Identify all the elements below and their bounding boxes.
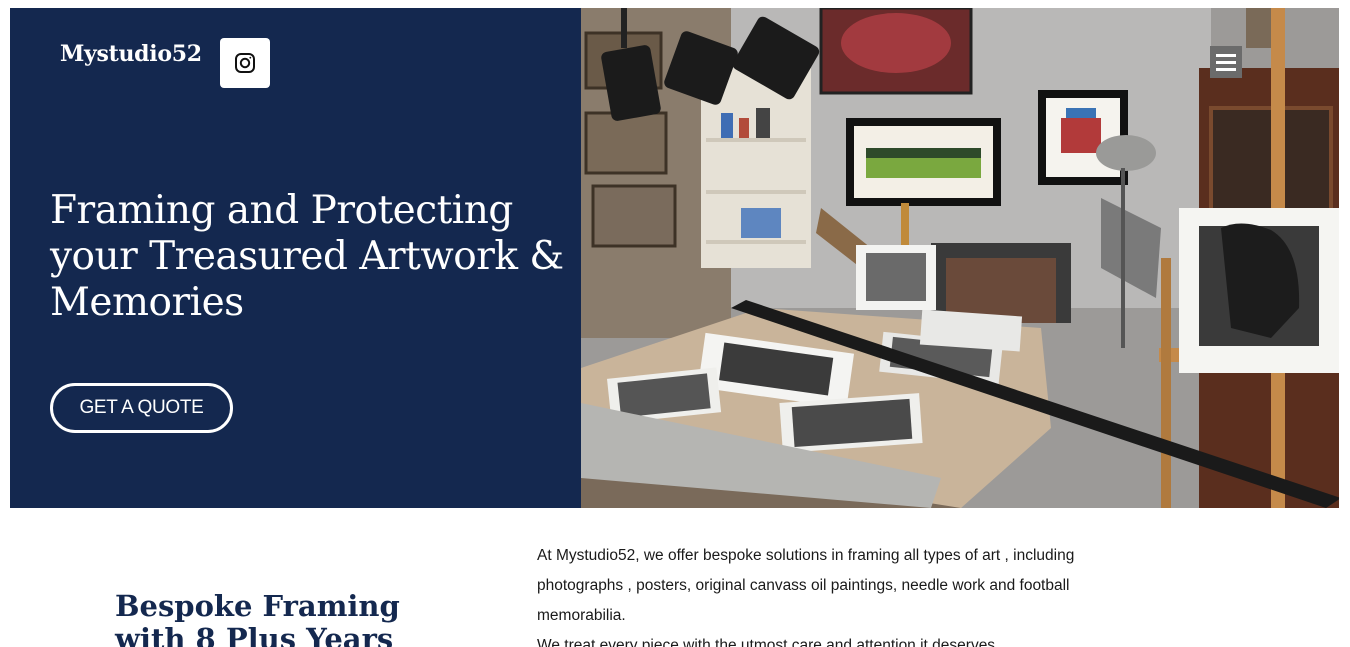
about-description: At Mystudio52, we offer bespoke solution… <box>537 541 1117 647</box>
studio-photo-image <box>581 8 1339 508</box>
menu-bar <box>1216 53 1236 57</box>
instagram-icon <box>235 53 255 73</box>
hero-photo <box>581 8 1339 508</box>
about-paragraph: At Mystudio52, we offer bespoke solution… <box>537 547 1075 624</box>
site-logo[interactable]: Mystudio52 <box>60 41 202 67</box>
about-paragraph: We treat every piece with the utmost car… <box>537 637 1000 647</box>
hamburger-menu-button[interactable] <box>1210 46 1242 78</box>
get-a-quote-button[interactable]: GET A QUOTE <box>50 383 233 433</box>
menu-bar <box>1216 67 1236 71</box>
hero-section: Mystudio52 Framing and Protecting your T… <box>10 8 1339 508</box>
hero-panel: Mystudio52 Framing and Protecting your T… <box>10 8 581 508</box>
hero-headline: Framing and Protecting your Treasured Ar… <box>50 188 564 325</box>
menu-bar <box>1216 60 1236 64</box>
about-heading: Bespoke Framing with 8 Plus Years <box>115 589 400 647</box>
instagram-button[interactable] <box>220 38 270 88</box>
